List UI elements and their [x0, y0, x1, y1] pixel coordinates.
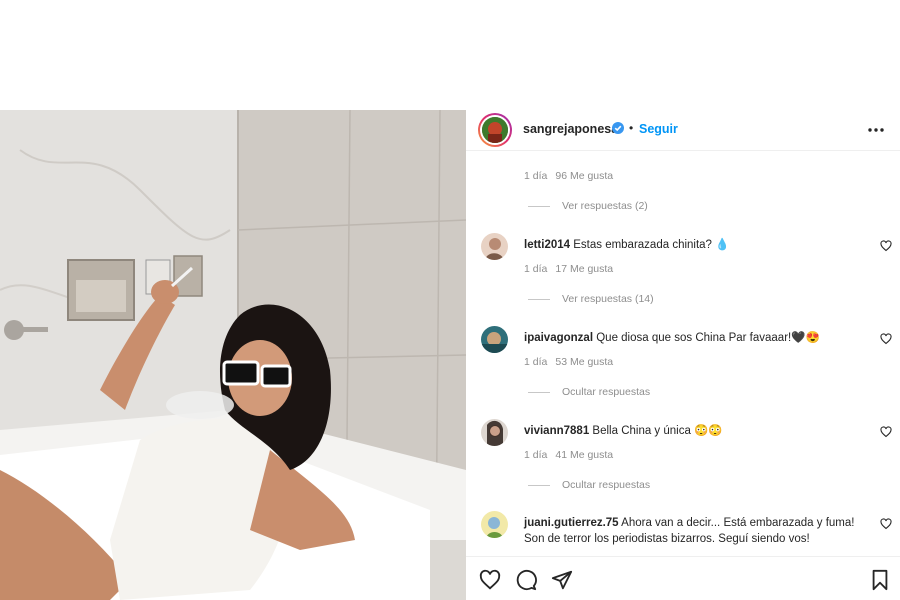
instagram-post-view: sangrejaponesa • Seguir 1 día 96 Me gusta…: [0, 0, 900, 600]
verified-badge-icon: [612, 122, 624, 134]
hide-replies-label: Ocultar respuestas: [562, 479, 651, 491]
commenter-avatar[interactable]: [481, 511, 508, 538]
view-replies-label: Ver respuestas (14): [562, 293, 654, 305]
post-header: sangrejaponesa • Seguir: [466, 110, 900, 151]
commenter-avatar[interactable]: [481, 233, 508, 260]
comment-body: Que diosa que sos China Par favaaar!🖤😍: [596, 332, 820, 344]
view-replies-link[interactable]: Ver respuestas (2): [528, 200, 648, 212]
comment-meta: 1 día 53 Me gusta: [524, 356, 613, 368]
comment-like-heart-icon[interactable]: [880, 425, 892, 438]
commenter-username[interactable]: letti2014: [524, 239, 570, 251]
comment-body: Estas embarazada chinita? 💧: [573, 239, 730, 251]
comment-likes[interactable]: 96 Me gusta: [555, 170, 613, 182]
comment-likes[interactable]: 53 Me gusta: [555, 356, 613, 368]
comment-time: 1 día: [524, 170, 548, 182]
follow-button[interactable]: Seguir: [639, 122, 678, 136]
comment-time: 1 día: [524, 449, 548, 461]
comment-like-heart-icon[interactable]: [880, 239, 892, 252]
share-icon[interactable]: [551, 569, 573, 591]
commenter-username[interactable]: viviann7881: [524, 425, 589, 437]
comments-list[interactable]: 1 día 96 Me gusta Ver respuestas (2) lett…: [466, 151, 900, 555]
more-options-icon[interactable]: [866, 120, 886, 140]
view-replies-label: Ver respuestas (2): [562, 200, 648, 212]
commenter-username[interactable]: ipaivagonzal: [524, 332, 593, 344]
hide-replies-link[interactable]: Ocultar respuestas: [528, 479, 650, 491]
comment-text: ipaivagonzal Que diosa que sos China Par…: [524, 330, 864, 346]
author-avatar[interactable]: [478, 113, 512, 147]
bookmark-icon[interactable]: [869, 569, 891, 591]
comment-meta: 1 día 41 Me gusta: [524, 449, 613, 461]
comment-icon[interactable]: [515, 569, 537, 591]
comment-like-heart-icon[interactable]: [880, 332, 892, 345]
commenter-avatar[interactable]: [481, 326, 508, 353]
post-sidebar: sangrejaponesa • Seguir 1 día 96 Me gusta…: [466, 110, 900, 600]
comment-likes[interactable]: 41 Me gusta: [555, 449, 613, 461]
comment-time: 1 día: [524, 263, 548, 275]
comment-body: Bella China y única 😳😳: [592, 425, 723, 437]
author-username[interactable]: sangrejaponesa: [523, 122, 618, 136]
heart-icon[interactable]: [479, 569, 501, 591]
comment-text: juani.gutierrez.75 Ahora van a decir... …: [524, 515, 864, 547]
comment-meta: 1 día 17 Me gusta: [524, 263, 613, 275]
comment-meta: 1 día 96 Me gusta: [524, 170, 613, 182]
hide-replies-link[interactable]: Ocultar respuestas: [528, 386, 650, 398]
comment-like-heart-icon[interactable]: [880, 517, 892, 530]
separator-dot: •: [629, 121, 634, 135]
view-replies-link[interactable]: Ver respuestas (14): [528, 293, 654, 305]
commenter-username[interactable]: juani.gutierrez.75: [524, 517, 619, 529]
comment-likes[interactable]: 17 Me gusta: [555, 263, 613, 275]
hide-replies-label: Ocultar respuestas: [562, 386, 651, 398]
comment-text: letti2014 Estas embarazada chinita? 💧: [524, 237, 864, 253]
bathtub-photo-illustration: [0, 110, 466, 600]
comment-text: viviann7881 Bella China y única 😳😳: [524, 423, 864, 439]
comment-time: 1 día: [524, 356, 548, 368]
post-photo[interactable]: [0, 110, 466, 600]
post-actions-bar: [466, 556, 900, 600]
commenter-avatar[interactable]: [481, 419, 508, 446]
